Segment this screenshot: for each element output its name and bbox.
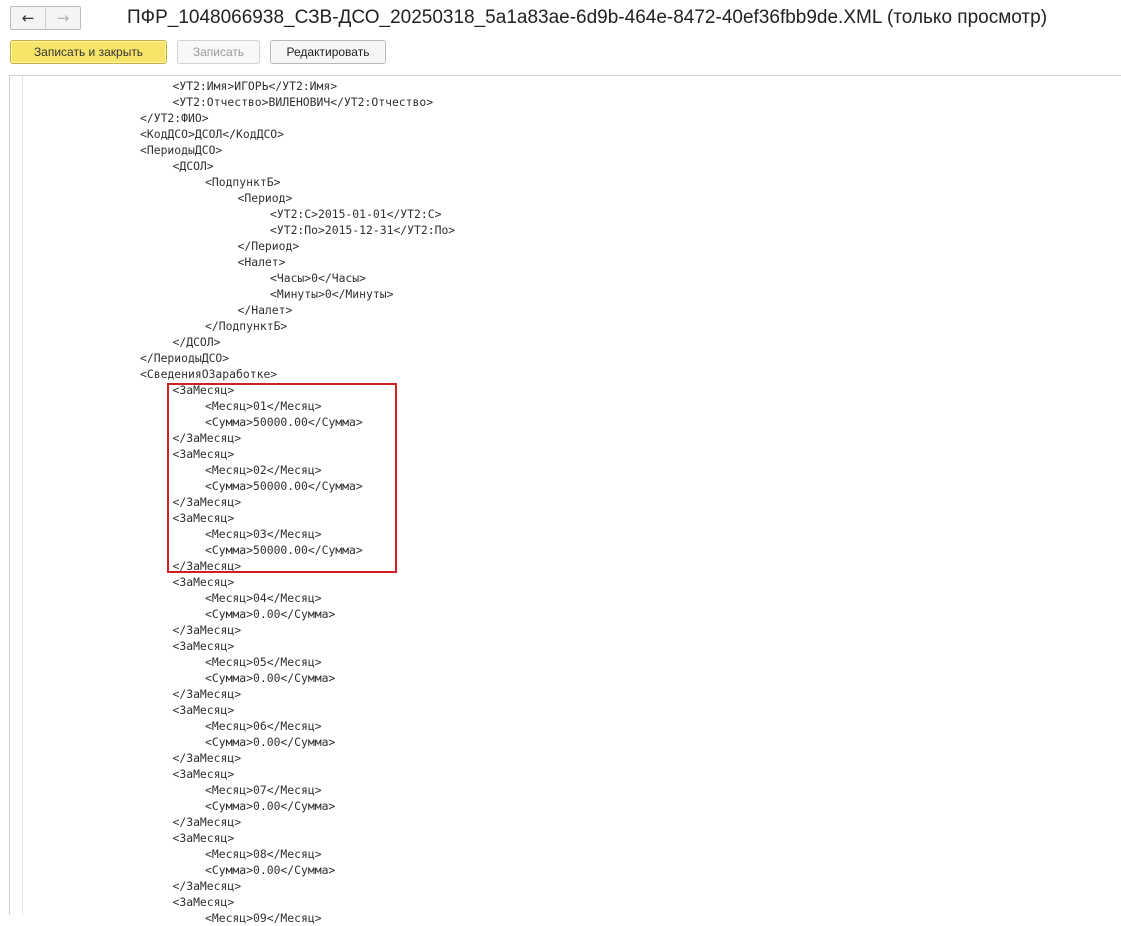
code-line: </ЗаМесяц>	[172, 879, 242, 893]
code-line: <Сумма>0.00</Сумма>	[205, 799, 336, 813]
code-line: <Период>	[237, 191, 293, 205]
code-line: <Месяц>06</Месяц>	[205, 719, 322, 733]
code-line: </ПодпунктБ>	[205, 319, 288, 333]
code-line: <КодДСО>ДСОЛ</КодДСО>	[140, 127, 285, 141]
code-line: </ЗаМесяц>	[172, 751, 242, 765]
toolbar: Записать и закрыть Записать Редактироват…	[10, 40, 386, 64]
code-line: <Сумма>0.00</Сумма>	[205, 863, 336, 877]
edit-button[interactable]: Редактировать	[270, 40, 386, 64]
code-line: </УТ2:ФИО>	[140, 111, 209, 125]
code-line: <УТ2:Имя>ИГОРЬ</УТ2:Имя>	[172, 79, 338, 93]
code-line: <Месяц>07</Месяц>	[205, 783, 322, 797]
code-line: <Сумма>0.00</Сумма>	[205, 735, 336, 749]
code-line: <Сумма>0.00</Сумма>	[205, 607, 336, 621]
navigation-buttons: ← →	[10, 6, 81, 30]
code-line: <ЗаМесяц>	[172, 703, 235, 717]
code-line: <ЗаМесяц>	[172, 575, 235, 589]
code-line: <Часы>0</Часы>	[270, 271, 367, 285]
code-line: </ЗаМесяц>	[172, 623, 242, 637]
code-line: </ПериодыДСО>	[140, 351, 230, 365]
code-line: <ЗаМесяц>	[172, 639, 235, 653]
code-line: </ЗаМесяц>	[172, 687, 242, 701]
window-title: ПФР_1048066938_СЗВ-ДСО_20250318_5a1a83ae…	[127, 7, 1048, 28]
code-line: </Налет>	[237, 303, 293, 317]
arrow-left-icon[interactable]: ←	[11, 7, 46, 29]
code-line: </ЗаМесяц>	[172, 815, 242, 829]
code-line: <Месяц>04</Месяц>	[205, 591, 322, 605]
save-button[interactable]: Записать	[177, 40, 260, 64]
code-line: <УТ2:По>2015-12-31</УТ2:По>	[270, 223, 456, 237]
code-line: </Период>	[237, 239, 300, 253]
code-line: <ЗаМесяц>	[172, 767, 235, 781]
code-line: <УТ2:С>2015-01-01</УТ2:С>	[270, 207, 442, 221]
code-line: <Месяц>05</Месяц>	[205, 655, 322, 669]
highlight-box	[167, 383, 397, 573]
code-line: <ПодпунктБ>	[205, 175, 281, 189]
code-line: <СведенияОЗаработке>	[140, 367, 278, 381]
arrow-right-icon[interactable]: →	[46, 7, 80, 29]
editor-gutter	[10, 76, 23, 915]
code-line: <Сумма>0.00</Сумма>	[205, 671, 336, 685]
code-line: <ДСОЛ>	[172, 159, 214, 173]
code-line: <Месяц>08</Месяц>	[205, 847, 322, 861]
code-line: <Месяц>09</Месяц>	[205, 911, 322, 925]
code-line: </ДСОЛ>	[172, 335, 221, 349]
save-and-close-button[interactable]: Записать и закрыть	[10, 40, 167, 64]
code-line: <Налет>	[237, 255, 286, 269]
code-line: <ЗаМесяц>	[172, 895, 235, 909]
code-line: <УТ2:Отчество>ВИЛЕНОВИЧ</УТ2:Отчество>	[172, 95, 434, 109]
code-line: <ПериодыДСО>	[140, 143, 223, 157]
code-line: <ЗаМесяц>	[172, 831, 235, 845]
code-line: <Минуты>0</Минуты>	[270, 287, 394, 301]
